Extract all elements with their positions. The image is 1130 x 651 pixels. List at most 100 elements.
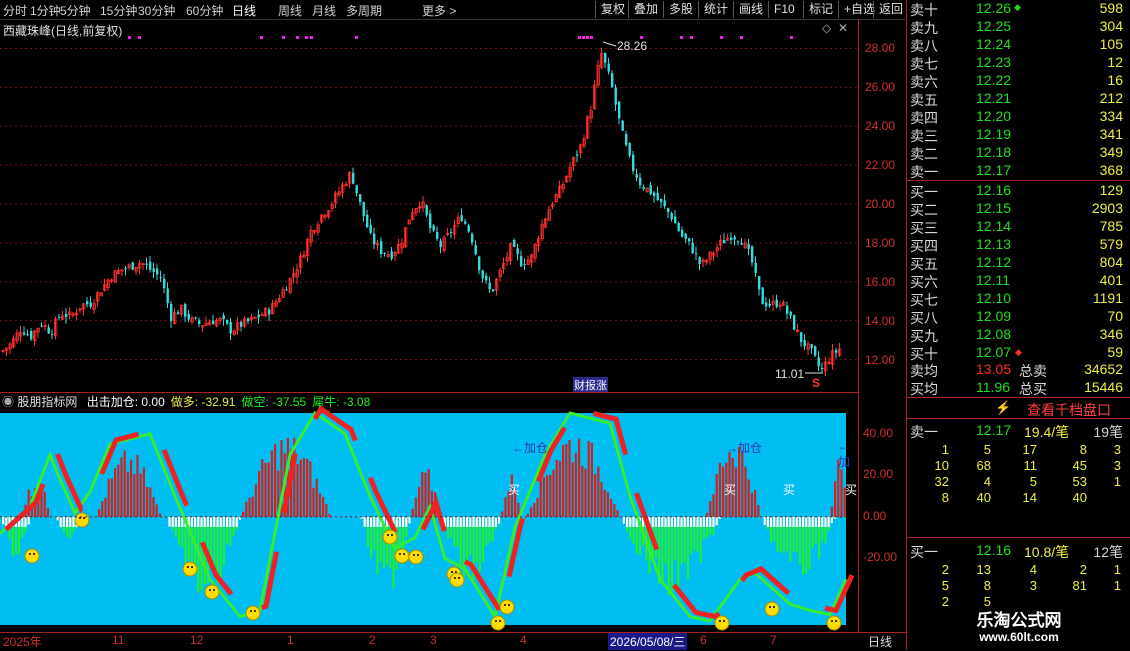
indicator-pane[interactable]: ◉ 股朋指标网 出击加仓: 0.00 做多: -32.91 做空: -37.55 犀牛…	[0, 392, 858, 633]
asks-row-9: 卖一 12.17 368	[907, 162, 1130, 180]
indicator-bar-top	[482, 516, 485, 527]
view-depth-button[interactable]: ⚡ 查看千档盘口	[907, 399, 1130, 420]
sell1-detail-row: 32 4 5 53 1	[907, 474, 1130, 490]
time-label-6: 4	[520, 633, 527, 647]
candlestick-chart[interactable]	[0, 19, 858, 392]
buy1-cell: 4	[1029, 562, 1037, 577]
series-value: -3.08	[342, 395, 371, 409]
diamond-icon[interactable]: ◇	[822, 21, 831, 35]
smiley-eye	[454, 577, 456, 579]
candle-body	[166, 288, 169, 304]
price-chart-pane[interactable]: 西藏珠峰(日线,前复权) ◇ ✕ 28.26 11.01 财报涨 S	[0, 19, 858, 393]
earnings-marker[interactable]: 财报涨	[573, 377, 608, 393]
candle-body	[625, 133, 628, 145]
indicator-bar-top	[197, 516, 200, 527]
smiley-icon	[74, 512, 90, 528]
toolbar-button-4[interactable]: 画线	[733, 1, 763, 18]
toolbar-button-0[interactable]: 复权	[595, 1, 625, 18]
candle-body	[429, 213, 432, 229]
period-tab-9[interactable]: 多周期	[346, 2, 382, 19]
candle-body	[576, 154, 579, 156]
watermark-title: 乐淘公式网	[976, 611, 1062, 630]
period-tab-0[interactable]: 分时	[3, 2, 27, 19]
sell1-cell: 4	[983, 474, 991, 489]
smiley-eye	[719, 620, 721, 622]
candle-body	[649, 184, 652, 195]
smiley-eye	[387, 534, 389, 536]
toolbar-button-7[interactable]: +自选	[838, 1, 875, 18]
period-tab-2[interactable]: 5分钟	[60, 2, 91, 19]
indicator-bar-up	[133, 474, 136, 517]
asks-price: 12.23	[976, 54, 1012, 70]
view-depth-label[interactable]: 查看千档盘口	[1027, 400, 1111, 420]
indicator-bar-up	[555, 459, 558, 517]
bids-row-6: 买七 12.10 1191	[907, 290, 1130, 308]
signal-dot	[586, 36, 589, 39]
indicator-bar-top	[677, 516, 680, 527]
candle-body	[737, 241, 740, 243]
signal-dot	[355, 36, 358, 39]
indicator-bar-top	[779, 516, 782, 527]
toolbar-button-1[interactable]: 叠加	[628, 1, 658, 18]
indicator-bar-up	[558, 460, 561, 517]
period-tab-5[interactable]: 60分钟	[186, 2, 223, 19]
toolbar-button-6[interactable]: 标记	[803, 1, 833, 18]
period-tab-4[interactable]: 30分钟	[138, 2, 175, 19]
asks-volume: 349	[1099, 144, 1123, 160]
toolbar-button-3[interactable]: 统计	[698, 1, 728, 18]
period-tab-8[interactable]: 月线	[312, 2, 336, 19]
indicator-bar-up	[98, 509, 101, 517]
time-label-3: 1	[287, 633, 294, 647]
indicator-bar-top	[216, 516, 219, 527]
indicator-bar-top	[658, 516, 661, 527]
candle-body	[194, 317, 197, 319]
indicator-bar-top	[715, 516, 718, 526]
candle-body	[177, 312, 180, 315]
total-sell-value: 34652	[1084, 361, 1123, 377]
indicator-bar-up	[267, 462, 270, 517]
indicator-bar-up	[101, 501, 104, 517]
bids-price: 12.08	[976, 326, 1012, 342]
close-icon[interactable]: ✕	[838, 21, 848, 35]
time-axis: 2025年 11 12 1 2 3 4 2026/05/08/三 6 7 日线	[0, 632, 906, 651]
smiley-eye	[835, 620, 837, 622]
asks-label: 卖六	[910, 74, 938, 90]
bids-volume: 129	[1099, 182, 1123, 198]
candle-body	[474, 245, 477, 255]
toolbar-button-2[interactable]: 多股	[663, 1, 693, 18]
indicator-bar-up	[299, 459, 302, 517]
sell1-cell: 1	[1113, 474, 1121, 489]
indicator-bar-top	[661, 516, 664, 527]
avg-buy-label: 买均	[910, 381, 938, 397]
period-tab-10[interactable]: 更多 >	[422, 2, 456, 19]
price-tick-label: 26.00	[865, 80, 896, 95]
indicator-bar-up	[840, 469, 843, 517]
candle-body	[684, 233, 687, 239]
sell-signal-marker[interactable]: S	[812, 376, 820, 390]
candle-body	[642, 186, 645, 190]
toolbar-button-8[interactable]: 返回	[873, 1, 903, 18]
indicator-bar-top	[622, 516, 625, 524]
buy1-detail-row: 2 13 4 2 1	[907, 562, 1130, 578]
period-tab-1[interactable]: 1分钟	[30, 2, 61, 19]
buy1-cell: 5	[941, 578, 949, 593]
asks-price: 12.21	[976, 90, 1012, 106]
indicator-bar-up	[104, 497, 107, 517]
indicator-bar-up	[146, 487, 149, 517]
smiley-eye	[451, 571, 453, 573]
indicator-chart[interactable]	[0, 393, 858, 633]
indicator-menu-icon[interactable]: ◉	[2, 395, 14, 409]
period-tab-7[interactable]: 周线	[278, 2, 302, 19]
indicator-bar-top	[693, 516, 696, 527]
bids-volume: 346	[1099, 326, 1123, 342]
toolbar-button-5[interactable]: F10	[768, 1, 795, 18]
indicator-bar-up	[546, 475, 549, 517]
indicator-bar-top	[814, 516, 817, 527]
indicator-bar-up	[136, 455, 139, 517]
indicator-bar-top	[229, 516, 232, 527]
candle-body	[667, 208, 670, 212]
period-tab-3[interactable]: 15分钟	[100, 2, 137, 19]
candle-body	[145, 263, 148, 266]
period-tab-6[interactable]: 日线	[232, 2, 256, 19]
candle-body	[481, 270, 484, 279]
